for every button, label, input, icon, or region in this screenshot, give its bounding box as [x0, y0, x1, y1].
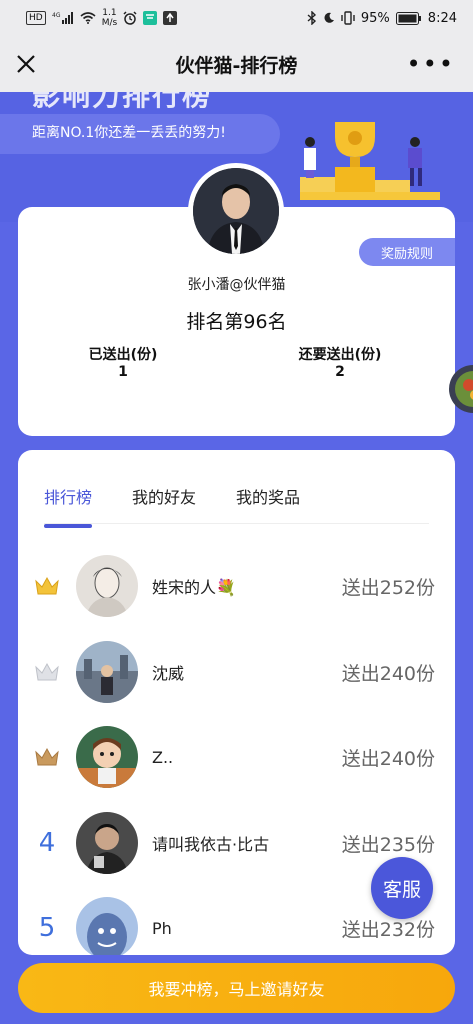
- silver-crown-icon: [18, 661, 76, 683]
- wifi-icon: [80, 12, 96, 24]
- hd-badge: HD: [26, 11, 46, 25]
- current-rank: 排名第96名: [186, 311, 287, 333]
- page-title: 伙伴猫-排行榜: [175, 54, 298, 77]
- sent-count: 送出235份: [341, 833, 435, 856]
- hero-title: 影响力排行榜: [32, 92, 213, 112]
- alarm-icon: [123, 11, 137, 25]
- tab-my-prizes[interactable]: 我的奖品: [236, 484, 300, 508]
- close-icon[interactable]: [12, 50, 40, 78]
- hero-subtitle: 距离NO.1你还差一丢丢的努力!: [32, 125, 226, 141]
- customer-service-button[interactable]: 客服: [371, 857, 433, 919]
- username: 张小潘@伙伴猫: [187, 277, 286, 293]
- tab-leaderboard[interactable]: 排行榜: [44, 484, 93, 528]
- player-name: Z..: [152, 747, 174, 767]
- need-value: 2: [335, 364, 345, 380]
- bluetooth-icon: [307, 11, 317, 25]
- sent-count: 送出252份: [341, 576, 435, 599]
- tab-my-friends[interactable]: 我的好友: [132, 484, 196, 508]
- rank-number: 4: [38, 828, 56, 858]
- player-name: 请叫我依古·比古: [152, 835, 270, 854]
- need-stat: 还要送出(份) 2: [280, 347, 400, 381]
- upload-icon: [163, 11, 178, 25]
- avatar: [76, 897, 138, 955]
- status-bar: HD 4G 1.1 M/s 95% 8:24: [0, 0, 473, 36]
- sent-count: 送出232份: [341, 918, 435, 941]
- avatar: [76, 555, 138, 617]
- clock: 8:24: [427, 10, 457, 26]
- tab-bar: 排行榜 我的好友 我的奖品: [44, 484, 300, 528]
- sent-label: 已送出(份): [88, 347, 158, 363]
- avatar: [76, 641, 138, 703]
- rank-number: 5: [38, 913, 56, 943]
- user-avatar: [188, 163, 284, 259]
- player-name: Ph: [152, 918, 172, 938]
- sent-count: 送出240份: [341, 747, 435, 770]
- leaderboard-row[interactable]: 姓宋的人💐 送出252份: [18, 546, 455, 626]
- gold-crown-icon: [18, 575, 76, 597]
- moon-icon: [323, 12, 335, 24]
- invite-friends-button[interactable]: 我要冲榜，马上邀请好友: [18, 963, 455, 1013]
- svg-text:4G: 4G: [52, 12, 61, 19]
- more-icon[interactable]: •••: [407, 50, 455, 78]
- leaderboard-row[interactable]: Z.. 送出240份: [18, 717, 455, 797]
- leaderboard-row[interactable]: 沈威 送出240份: [18, 632, 455, 712]
- avatar: [76, 726, 138, 788]
- player-name: 沈威: [152, 664, 185, 683]
- signal-icon: 4G: [52, 12, 74, 24]
- network-speed: 1.1 M/s: [101, 8, 118, 28]
- battery-icon: [395, 11, 422, 25]
- bronze-crown-icon: [18, 746, 76, 768]
- reward-rules-button[interactable]: 奖励规则: [359, 238, 455, 266]
- trophy-illustration: [300, 122, 440, 200]
- sent-stat: 已送出(份) 1: [73, 347, 173, 381]
- navigation-bar: 伙伴猫-排行榜 •••: [0, 36, 473, 93]
- app-notification-icon: [143, 11, 158, 25]
- need-label: 还要送出(份): [298, 347, 382, 363]
- sent-value: 1: [118, 364, 128, 380]
- avatar: [76, 812, 138, 874]
- vibrate-icon: [341, 11, 355, 25]
- player-name: 姓宋的人💐: [152, 578, 236, 597]
- sent-count: 送出240份: [341, 662, 435, 685]
- battery-percent: 95%: [360, 10, 390, 26]
- tab-divider: [44, 523, 429, 524]
